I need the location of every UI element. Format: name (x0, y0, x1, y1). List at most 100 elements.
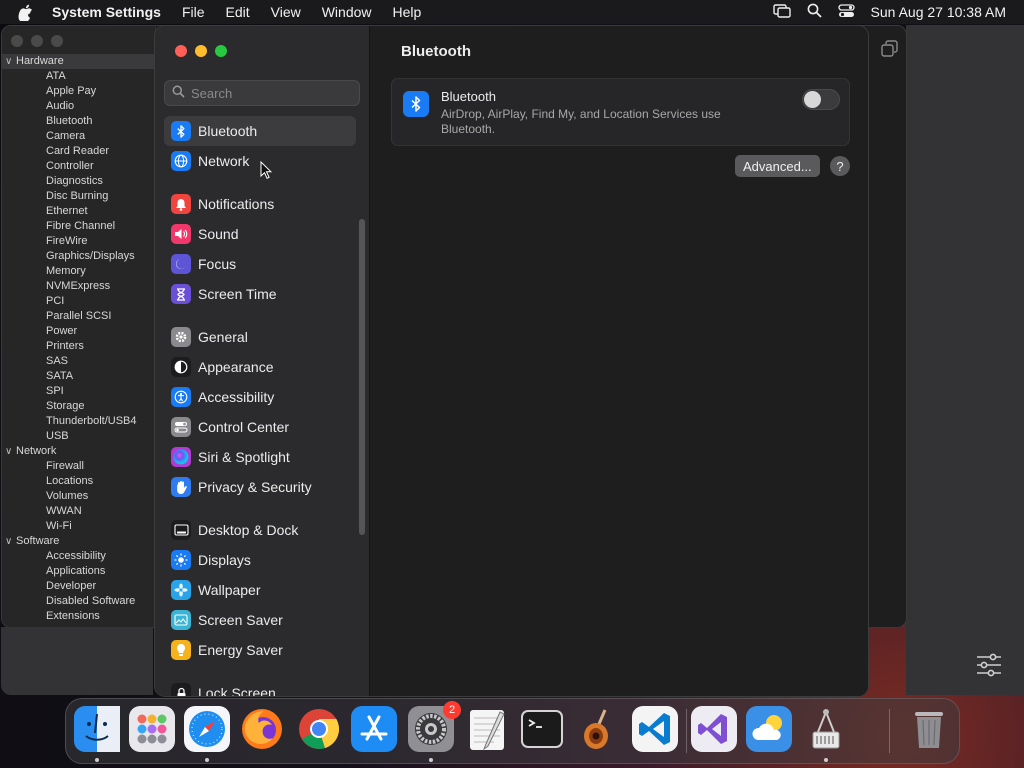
tree-item[interactable]: Wi-Fi (2, 519, 156, 534)
system-information-icon[interactable] (803, 706, 849, 752)
minimize-button[interactable] (195, 45, 207, 57)
tree-item[interactable]: Diagnostics (2, 174, 156, 189)
search-input[interactable] (191, 85, 351, 101)
sidebar-item-siri-spotlight[interactable]: Siri & Spotlight (164, 442, 356, 472)
tree-item[interactable]: Extensions (2, 609, 156, 624)
sidebar-item-general[interactable]: General (164, 322, 356, 352)
tree-item[interactable]: Memory (2, 264, 156, 279)
sidebar-item-screen-saver[interactable]: Screen Saver (164, 605, 356, 635)
sidebar-item-privacy-security[interactable]: Privacy & Security (164, 472, 356, 502)
tree-item[interactable]: Disc Burning (2, 189, 156, 204)
visual-studio-icon[interactable] (691, 706, 737, 752)
tree-item[interactable]: Disabled Software (2, 594, 156, 609)
sidebar-item-label: Screen Saver (198, 612, 283, 628)
tree-label: Hardware (16, 55, 64, 67)
advanced-button[interactable]: Advanced... (735, 155, 820, 177)
sliders-icon[interactable] (976, 653, 1002, 680)
tree-item[interactable]: Power (2, 324, 156, 339)
chrome-icon[interactable] (296, 706, 342, 752)
sidebar-item-lock-screen[interactable]: Lock Screen (164, 678, 356, 696)
sidebar-item-focus[interactable]: Focus (164, 249, 356, 279)
sidebar-scrollbar[interactable] (359, 219, 365, 535)
menu-view[interactable]: View (271, 4, 301, 20)
safari-icon[interactable] (184, 706, 230, 752)
sidebar-item-wallpaper[interactable]: Wallpaper (164, 575, 356, 605)
sidebar-item-accessibility[interactable]: Accessibility (164, 382, 356, 412)
launchpad-icon[interactable] (129, 706, 175, 752)
sidebar-item-notifications[interactable]: Notifications (164, 189, 356, 219)
tree-item[interactable]: FireWire (2, 234, 156, 249)
sidebar-item-displays[interactable]: Displays (164, 545, 356, 575)
disclosure-chevron-icon[interactable]: ∨ (5, 444, 12, 459)
tree-item[interactable]: Storage (2, 399, 156, 414)
tree-item[interactable]: PCI (2, 294, 156, 309)
zoom-button[interactable] (215, 45, 227, 57)
sidebar-item-energy-saver[interactable]: Energy Saver (164, 635, 356, 665)
firefox-icon[interactable] (239, 706, 285, 752)
tree-category[interactable]: ∨ Network (2, 444, 156, 459)
disclosure-chevron-icon[interactable]: ∨ (5, 534, 12, 549)
menu-app-name[interactable]: System Settings (52, 4, 161, 20)
sidebar-item-screen-time[interactable]: Screen Time (164, 279, 356, 309)
menu-file[interactable]: File (182, 4, 205, 20)
apple-logo-icon[interactable] (18, 4, 36, 21)
terminal-icon[interactable] (519, 706, 565, 752)
app-store-icon[interactable] (351, 706, 397, 752)
control-center-icon[interactable] (837, 3, 855, 21)
tree-category[interactable]: ∨ Software (2, 534, 156, 549)
close-button[interactable] (11, 35, 23, 47)
zoom-button[interactable] (51, 35, 63, 47)
tree-item[interactable]: SAS (2, 354, 156, 369)
menu-window[interactable]: Window (322, 4, 372, 20)
tree-item[interactable]: Ethernet (2, 204, 156, 219)
tree-item[interactable]: ATA (2, 69, 156, 84)
textedit-icon[interactable] (464, 706, 510, 752)
tree-item[interactable]: NVMExpress (2, 279, 156, 294)
tree-category[interactable]: ∨ Hardware (2, 54, 156, 69)
disclosure-chevron-icon[interactable]: ∨ (5, 54, 12, 69)
trash-icon[interactable] (906, 706, 952, 752)
bluetooth-toggle[interactable] (802, 89, 840, 110)
close-button[interactable] (175, 45, 187, 57)
tree-item[interactable]: Firewall (2, 459, 156, 474)
tree-item[interactable]: Applications (2, 564, 156, 579)
tree-item[interactable]: WWAN (2, 504, 156, 519)
sidebar-item-sound[interactable]: Sound (164, 219, 356, 249)
system-settings-icon[interactable]: 2 (408, 701, 461, 752)
sidebar-item-desktop-dock[interactable]: Desktop & Dock (164, 515, 356, 545)
tree-item[interactable]: Thunderbolt/USB4 (2, 414, 156, 429)
garageband-icon[interactable] (575, 706, 621, 752)
tree-item[interactable]: Accessibility (2, 549, 156, 564)
menu-clock[interactable]: Sun Aug 27 10:38 AM (871, 4, 1006, 20)
finder-icon[interactable] (74, 706, 120, 752)
tree-item[interactable]: Parallel SCSI (2, 309, 156, 324)
tree-item[interactable]: USB (2, 429, 156, 444)
weather-icon[interactable] (746, 706, 792, 752)
tree-item[interactable]: Fibre Channel (2, 219, 156, 234)
tree-item[interactable]: Volumes (2, 489, 156, 504)
sidebar-item-bluetooth[interactable]: Bluetooth (164, 116, 356, 146)
minimize-button[interactable] (31, 35, 43, 47)
vscode-icon[interactable] (632, 706, 678, 752)
sidebar-item-control-center[interactable]: Control Center (164, 412, 356, 442)
spotlight-search-icon[interactable] (807, 3, 822, 21)
screen-mirroring-icon[interactable] (772, 3, 791, 21)
help-button[interactable]: ? (830, 156, 850, 176)
tree-item[interactable]: Printers (2, 339, 156, 354)
tree-item[interactable]: Graphics/Displays (2, 249, 156, 264)
tree-item[interactable]: Apple Pay (2, 84, 156, 99)
tree-item[interactable]: Controller (2, 159, 156, 174)
tree-item[interactable]: Card Reader (2, 144, 156, 159)
duplicate-icon[interactable] (881, 40, 898, 60)
tree-item[interactable]: Developer (2, 579, 156, 594)
tree-item[interactable]: Locations (2, 474, 156, 489)
sidebar-item-appearance[interactable]: Appearance (164, 352, 356, 382)
tree-item[interactable]: Audio (2, 99, 156, 114)
search-field[interactable] (164, 80, 360, 106)
tree-item[interactable]: SATA (2, 369, 156, 384)
tree-item[interactable]: Camera (2, 129, 156, 144)
tree-item[interactable]: Bluetooth (2, 114, 156, 129)
menu-help[interactable]: Help (393, 4, 422, 20)
tree-item[interactable]: SPI (2, 384, 156, 399)
menu-edit[interactable]: Edit (226, 4, 250, 20)
